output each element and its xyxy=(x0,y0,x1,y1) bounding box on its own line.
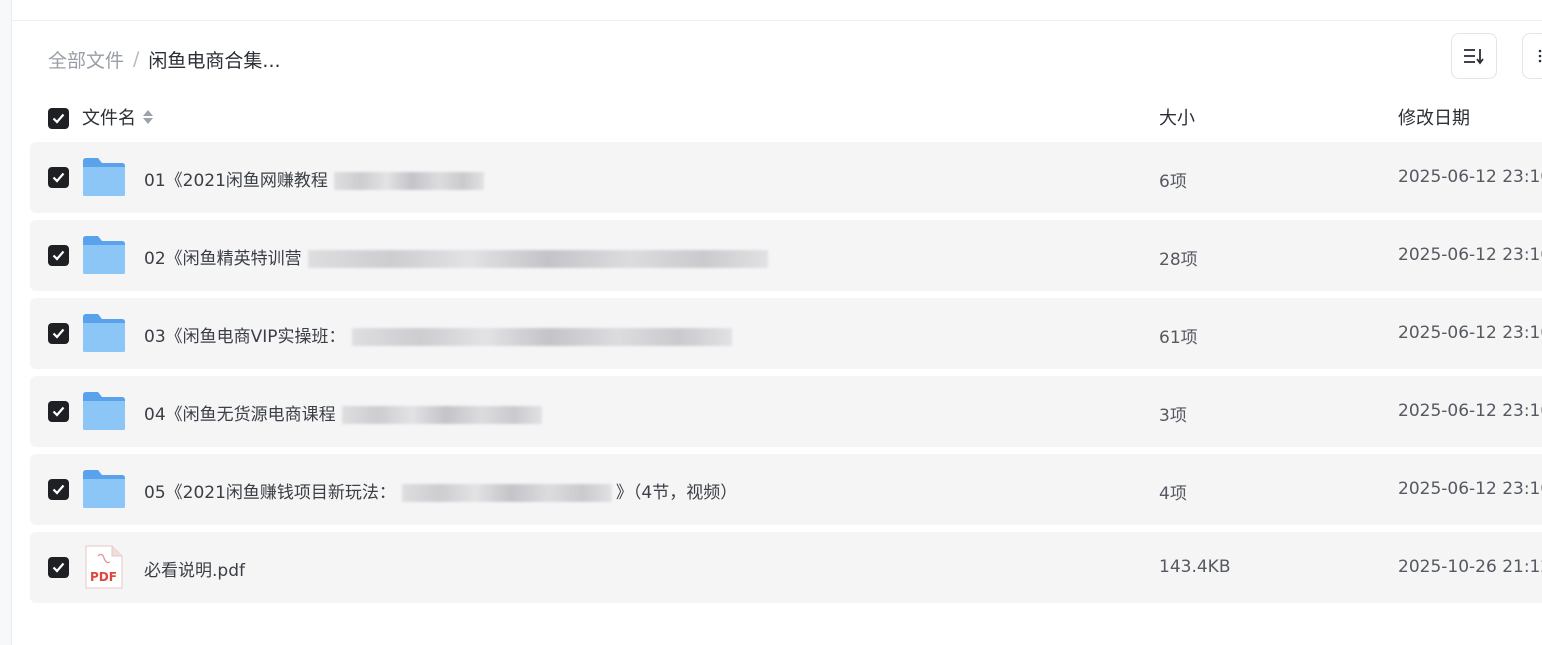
breadcrumb-root-link[interactable]: 全部文件 xyxy=(48,46,124,73)
file-date: 2025-06-12 23:10 xyxy=(1398,479,1542,499)
folder-icon xyxy=(82,313,126,353)
column-header-date[interactable]: 修改日期 xyxy=(1398,104,1470,130)
row-checkbox[interactable] xyxy=(48,557,69,578)
file-date: 2025-06-12 23:10 xyxy=(1398,245,1542,265)
row-checkbox[interactable] xyxy=(48,401,69,422)
file-name-link[interactable]: 04《闲鱼无货源电商课程 xyxy=(144,400,542,425)
file-date: 2025-06-12 23:10 xyxy=(1398,323,1542,343)
redacted-text xyxy=(341,406,542,424)
check-icon xyxy=(52,172,65,183)
file-list: 01《2021闲鱼网赚教程 6项 2025-06-12 23:10 02《闲鱼精… xyxy=(30,142,1542,610)
folder-icon xyxy=(82,469,126,509)
file-row[interactable]: PDF 必看说明.pdf 143.4KB 2025-10-26 21:12 xyxy=(30,532,1542,603)
column-header-size[interactable]: 大小 xyxy=(1159,104,1195,130)
check-icon xyxy=(52,328,65,339)
file-row[interactable]: 01《2021闲鱼网赚教程 6项 2025-06-12 23:10 xyxy=(30,142,1542,213)
file-size: 28项 xyxy=(1159,250,1198,270)
file-name-tail: 》（4节，视频） xyxy=(615,483,738,503)
breadcrumb-current: 闲鱼电商合集... xyxy=(148,49,281,72)
row-checkbox[interactable] xyxy=(48,323,69,344)
file-name: 05《2021闲鱼赚钱项目新玩法： xyxy=(144,483,396,503)
file-name: 03《闲鱼电商VIP实操班： xyxy=(144,327,346,347)
file-size: 143.4KB xyxy=(1159,557,1231,577)
row-checkbox[interactable] xyxy=(48,245,69,266)
file-date: 2025-10-26 21:12 xyxy=(1398,557,1542,577)
file-name-link[interactable]: 05《2021闲鱼赚钱项目新玩法： 》（4节，视频） xyxy=(144,478,737,503)
check-icon xyxy=(52,113,65,124)
row-checkbox[interactable] xyxy=(48,167,69,188)
check-icon xyxy=(52,484,65,495)
folder-icon xyxy=(82,157,126,197)
redacted-text xyxy=(351,328,732,346)
breadcrumb-separator: / xyxy=(133,48,140,70)
file-size: 4项 xyxy=(1159,484,1187,504)
top-bar xyxy=(12,0,1542,21)
file-size: 61项 xyxy=(1159,328,1198,348)
redacted-text xyxy=(401,484,612,502)
column-header-name[interactable]: 文件名 xyxy=(82,104,153,130)
file-name: 必看说明.pdf xyxy=(144,561,245,581)
file-name-link[interactable]: 03《闲鱼电商VIP实操班： xyxy=(144,322,732,347)
pdf-file-icon: PDF xyxy=(84,544,124,590)
check-icon xyxy=(52,406,65,417)
file-size: 6项 xyxy=(1159,172,1187,192)
file-name: 02《闲鱼精英特训营 xyxy=(144,249,302,269)
file-name: 01《2021闲鱼网赚教程 xyxy=(144,171,328,191)
file-size: 3项 xyxy=(1159,406,1187,426)
file-row[interactable]: 03《闲鱼电商VIP实操班： 61项 2025-06-12 23:10 xyxy=(30,298,1542,369)
breadcrumb: 全部文件 / 闲鱼电商合集... xyxy=(48,44,281,74)
file-name-link[interactable]: 02《闲鱼精英特训营 xyxy=(144,244,768,269)
sort-toggle-icon[interactable] xyxy=(143,108,153,126)
check-icon xyxy=(52,562,65,573)
file-name-link[interactable]: 必看说明.pdf xyxy=(144,556,245,581)
redacted-text xyxy=(307,250,768,268)
file-name-link[interactable]: 01《2021闲鱼网赚教程 xyxy=(144,166,484,191)
view-mode-button[interactable] xyxy=(1522,33,1542,79)
folder-icon xyxy=(82,235,126,275)
pdf-badge: PDF xyxy=(90,570,117,584)
file-row[interactable]: 04《闲鱼无货源电商课程 3项 2025-06-12 23:10 xyxy=(30,376,1542,447)
check-icon xyxy=(52,250,65,261)
column-header-name-label: 文件名 xyxy=(82,108,136,129)
list-view-icon xyxy=(1538,48,1542,64)
file-date: 2025-06-12 23:10 xyxy=(1398,401,1542,421)
file-date: 2025-06-12 23:10 xyxy=(1398,167,1542,187)
file-name: 04《闲鱼无货源电商课程 xyxy=(144,405,336,425)
folder-icon xyxy=(82,391,126,431)
table-header: 文件名 大小 修改日期 xyxy=(30,98,1542,138)
sort-button[interactable] xyxy=(1451,33,1497,79)
sort-lines-icon xyxy=(1463,47,1485,65)
select-all-checkbox[interactable] xyxy=(48,108,69,129)
left-panel-edge xyxy=(0,0,12,645)
file-row[interactable]: 02《闲鱼精英特训营 28项 2025-06-12 23:10 xyxy=(30,220,1542,291)
file-row[interactable]: 05《2021闲鱼赚钱项目新玩法： 》（4节，视频） 4项 2025-06-12 … xyxy=(30,454,1542,525)
redacted-text xyxy=(333,172,484,190)
row-checkbox[interactable] xyxy=(48,479,69,500)
